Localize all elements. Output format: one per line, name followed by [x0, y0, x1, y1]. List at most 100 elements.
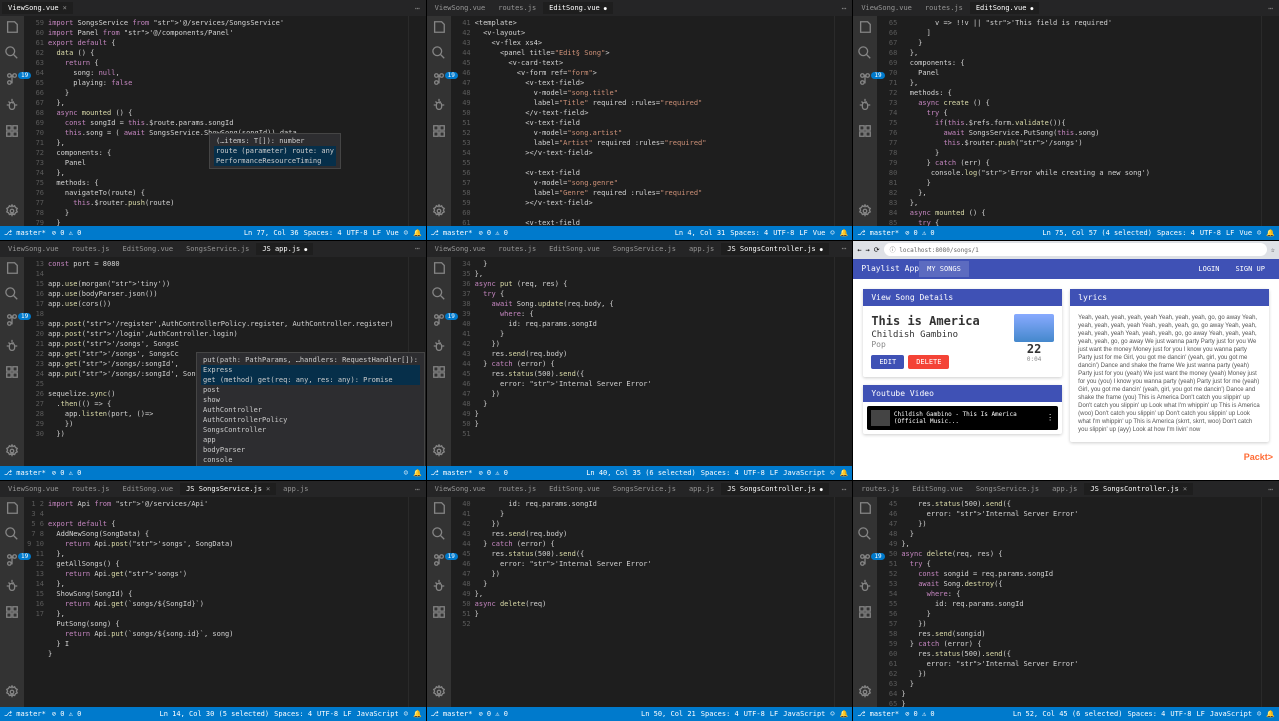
- feedback-icon[interactable]: ☺: [404, 229, 408, 237]
- editor-area[interactable]: 1 2 3 4 5 6 7 8 9 10 11 12 13 14 15 16 1…: [24, 497, 426, 707]
- bell-icon[interactable]: 🔔: [413, 710, 422, 718]
- bell-icon[interactable]: 🔔: [840, 229, 849, 237]
- encoding[interactable]: UTF-8: [773, 229, 794, 237]
- lang-mode[interactable]: JavaScript: [357, 710, 399, 718]
- delete-button[interactable]: DELETE: [908, 355, 949, 369]
- eol[interactable]: LF: [1226, 229, 1234, 237]
- gear-icon[interactable]: [432, 685, 446, 701]
- indent[interactable]: Spaces: 4: [701, 710, 739, 718]
- editor-tab[interactable]: EditSong.vue●: [970, 2, 1040, 14]
- cursor-pos[interactable]: Ln 4, Col 31: [675, 229, 726, 237]
- minimap[interactable]: [1261, 497, 1279, 707]
- back-icon[interactable]: ←: [857, 246, 861, 254]
- cursor-pos[interactable]: Ln 50, Col 21: [641, 710, 696, 718]
- problems[interactable]: ⊘ 0 ⚠ 0: [52, 469, 82, 477]
- video-player[interactable]: Childish Gambino - This Is America (Offi…: [867, 406, 1058, 430]
- git-icon[interactable]: 19: [5, 553, 19, 569]
- git-branch[interactable]: ⎇ master*: [857, 229, 899, 237]
- search-icon[interactable]: [5, 46, 19, 62]
- editor-tab[interactable]: JS SongsController.js×: [1084, 483, 1193, 495]
- gear-icon[interactable]: [858, 204, 872, 220]
- code-content[interactable]: <template> <v-layout> <v-flex xs4> <pane…: [475, 16, 835, 226]
- files-icon[interactable]: [5, 261, 19, 277]
- tab-overflow-icon[interactable]: ⋯: [838, 4, 851, 13]
- debug-icon[interactable]: [5, 98, 19, 114]
- minimap[interactable]: [408, 497, 426, 707]
- encoding[interactable]: UTF-8: [1170, 710, 1191, 718]
- tab-overflow-icon[interactable]: ⋯: [1264, 4, 1277, 13]
- debug-icon[interactable]: [858, 98, 872, 114]
- lang-mode[interactable]: JavaScript: [1210, 710, 1252, 718]
- cursor-pos[interactable]: Ln 52, Col 45 (6 selected): [1013, 710, 1123, 718]
- editor-tab[interactable]: JS SongsController.js●: [721, 243, 829, 255]
- editor-tab[interactable]: routes.js: [855, 483, 905, 495]
- editor-tab[interactable]: ViewSong.vue: [429, 2, 492, 14]
- editor-tab[interactable]: routes.js: [492, 2, 542, 14]
- editor-area[interactable]: 59 60 61 62 63 64 65 66 67 68 69 70 71 7…: [24, 16, 426, 226]
- bell-icon[interactable]: 🔔: [413, 469, 422, 477]
- intellisense-popup[interactable]: put(path: PathParams, …handlers: Request…: [196, 352, 425, 467]
- bell-icon[interactable]: 🔔: [840, 710, 849, 718]
- eol[interactable]: LF: [770, 469, 778, 477]
- files-icon[interactable]: [432, 501, 446, 517]
- git-icon[interactable]: 19: [432, 72, 446, 88]
- gear-icon[interactable]: [5, 204, 19, 220]
- tab-overflow-icon[interactable]: ⋯: [411, 244, 424, 253]
- bell-icon[interactable]: 🔔: [1266, 229, 1275, 237]
- code-content[interactable]: } }, async put (req, res) { try { await …: [475, 257, 835, 467]
- debug-icon[interactable]: [432, 98, 446, 114]
- problems[interactable]: ⊘ 0 ⚠ 0: [52, 710, 82, 718]
- code-content[interactable]: id: req.params.songId } }) res.send(req.…: [475, 497, 835, 707]
- tab-overflow-icon[interactable]: ⋯: [838, 485, 851, 494]
- editor-tab[interactable]: app.js: [683, 483, 720, 495]
- search-icon[interactable]: [432, 287, 446, 303]
- login-button[interactable]: LOGIN: [1192, 262, 1225, 276]
- editor-tab[interactable]: routes.js: [492, 483, 542, 495]
- tab-overflow-icon[interactable]: ⋯: [1264, 485, 1277, 494]
- git-branch[interactable]: ⎇ master*: [431, 469, 473, 477]
- editor-area[interactable]: 65 66 67 68 69 70 71 72 73 74 75 76 77 7…: [877, 16, 1279, 226]
- lang-mode[interactable]: JavaScript: [783, 710, 825, 718]
- minimap[interactable]: [834, 257, 852, 467]
- problems[interactable]: ⊘ 0 ⚠ 0: [52, 229, 82, 237]
- signup-button[interactable]: SIGN UP: [1229, 262, 1271, 276]
- bell-icon[interactable]: 🔔: [413, 229, 422, 237]
- encoding[interactable]: UTF-8: [347, 229, 368, 237]
- nav-tab-mysongs[interactable]: MY SONGS: [919, 261, 969, 277]
- indent[interactable]: Spaces: 4: [1127, 710, 1165, 718]
- gear-icon[interactable]: [432, 444, 446, 460]
- git-branch[interactable]: ⎇ master*: [431, 710, 473, 718]
- editor-tab[interactable]: SongsService.js: [180, 243, 255, 255]
- problems[interactable]: ⊘ 0 ⚠ 0: [478, 710, 508, 718]
- editor-area[interactable]: 45 46 47 48 49 50 51 52 53 54 55 56 57 5…: [877, 497, 1279, 707]
- git-icon[interactable]: 19: [432, 553, 446, 569]
- indent[interactable]: Spaces: 4: [701, 469, 739, 477]
- eol[interactable]: LF: [373, 229, 381, 237]
- editor-tab[interactable]: EditSong.vue: [117, 483, 180, 495]
- minimap[interactable]: [834, 16, 852, 226]
- gear-icon[interactable]: [432, 204, 446, 220]
- lang-mode[interactable]: Vue: [386, 229, 399, 237]
- encoding[interactable]: UTF-8: [317, 710, 338, 718]
- minimap[interactable]: [408, 16, 426, 226]
- editor-tab[interactable]: JS SongsService.js×: [180, 483, 276, 495]
- eol[interactable]: LF: [343, 710, 351, 718]
- editor-area[interactable]: 40 41 42 43 44 45 46 47 48 49 50 51 52 i…: [451, 497, 853, 707]
- feedback-icon[interactable]: ☺: [1257, 710, 1261, 718]
- git-icon[interactable]: 19: [858, 72, 872, 88]
- feedback-icon[interactable]: ☺: [830, 229, 834, 237]
- problems[interactable]: ⊘ 0 ⚠ 0: [478, 469, 508, 477]
- fwd-icon[interactable]: →: [866, 246, 870, 254]
- git-branch[interactable]: ⎇ master*: [4, 229, 46, 237]
- indent[interactable]: Spaces: 4: [730, 229, 768, 237]
- git-branch[interactable]: ⎇ master*: [431, 229, 473, 237]
- eol[interactable]: LF: [770, 710, 778, 718]
- search-icon[interactable]: [5, 527, 19, 543]
- git-icon[interactable]: 19: [5, 313, 19, 329]
- indent[interactable]: Spaces: 4: [304, 229, 342, 237]
- problems[interactable]: ⊘ 0 ⚠ 0: [905, 710, 935, 718]
- code-content[interactable]: v => !!v || "str">'This field is require…: [901, 16, 1261, 226]
- git-icon[interactable]: 19: [432, 313, 446, 329]
- indent[interactable]: Spaces: 4: [274, 710, 312, 718]
- editor-tab[interactable]: ViewSong.vue×: [2, 2, 73, 14]
